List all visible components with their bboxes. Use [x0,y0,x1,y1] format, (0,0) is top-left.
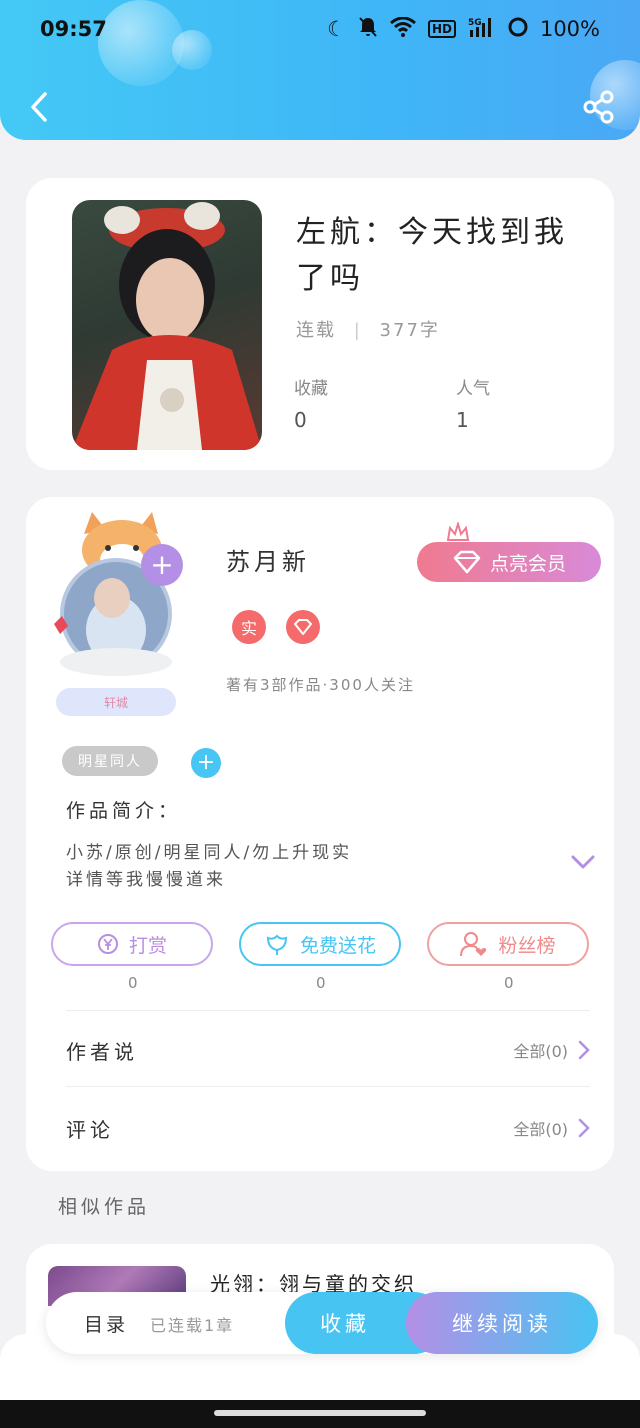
diamond-icon [453,550,481,574]
chevron-right-icon [578,1040,590,1060]
favorite-button-label: 收藏 [320,1312,370,1336]
flower-icon [266,934,287,955]
comments-title: 评论 [66,1117,114,1142]
continue-reading-button[interactable]: 继续阅读 [406,1292,598,1354]
table-of-contents-button[interactable]: 目录 [84,1310,128,1337]
book-word-count: 377字 [379,320,440,341]
tip-button[interactable]: 打赏 [51,922,213,966]
plus-icon: + [150,548,174,581]
genre-tag[interactable]: 明星同人 [62,746,158,776]
vip-badge [286,610,320,644]
send-flower-label: 免费送花 [299,934,376,957]
fan-ranking-button[interactable]: 粉丝榜 [427,922,589,966]
popularity-label: 人气 [456,379,490,399]
plus-icon: + [196,750,216,775]
author-says-title: 作者说 [66,1039,138,1064]
continue-reading-label: 继续阅读 [452,1312,552,1336]
vip-button[interactable]: 点亮会员 [417,542,601,582]
diamond-icon [294,619,312,635]
divider [66,1010,590,1011]
yen-icon [97,934,118,954]
home-indicator[interactable] [214,1410,426,1416]
intro-line: 小苏/原创/明星同人/勿上升现实 [66,843,353,863]
favorites-value: 0 [294,408,307,432]
status-bar: 09:57 ☾ HD 5G 100% [40,14,600,44]
add-tag-button[interactable]: + [191,748,221,778]
chevron-left-icon [31,92,47,122]
author-stats: 著有3部作品·300人关注 [226,676,415,694]
fan-count: 0 [504,974,514,992]
chevron-right-icon [578,1118,590,1138]
book-cover[interactable] [72,200,262,450]
avatar-frame [54,512,176,716]
cover-illustration [72,202,262,450]
tip-button-label: 打赏 [128,934,167,957]
wifi-icon [389,16,416,42]
battery-icon [508,17,528,42]
moon-icon: ☾ [327,17,346,41]
author-says-row[interactable]: 作者说 全部(0) [66,1022,590,1078]
author-name: 苏月新 [226,548,310,576]
hd-icon: HD [427,20,456,38]
chevron-down-icon [571,855,595,869]
avatar[interactable]: 轩城 + [52,512,192,722]
flower-count: 0 [316,974,326,992]
expand-intro-button[interactable] [570,852,596,872]
header: 09:57 ☾ HD 5G 100% [0,0,640,140]
send-flower-button[interactable]: 免费送花 [239,922,401,966]
back-button[interactable] [22,88,56,126]
book-meta: 连载 | 377字 [296,316,440,342]
author-says-all: 全部(0) [513,1042,568,1061]
follow-add-button[interactable]: + [141,544,183,586]
tip-count: 0 [128,974,138,992]
divider [66,1086,590,1087]
chapter-status: 已连载1章 [150,1316,235,1335]
svg-text:5G: 5G [468,18,482,28]
vip-button-label: 点亮会员 [489,552,566,575]
share-button[interactable] [582,90,616,124]
clock: 09:57 [40,17,107,41]
favorites-label: 收藏 [294,379,328,399]
share-icon [583,90,614,124]
fan-ranking-label: 粉丝榜 [498,934,556,957]
book-title: 左航：今天找到我了吗 [296,215,568,296]
intro-text: 小苏/原创/明星同人/勿上升现实 详情等我慢慢道来 [66,840,352,894]
comments-row[interactable]: 评论 全部(0) [66,1100,590,1156]
user-heart-icon [460,932,487,957]
intro-label: 作品简介： [66,800,182,822]
signal-icon: 5G [468,16,496,43]
bell-off-icon [358,16,378,43]
similar-works-label: 相似作品 [58,1196,151,1218]
avatar-frame-label: 轩城 [103,696,128,710]
book-status: 连载 [296,320,336,341]
real-name-badge: 实 [232,610,266,644]
popularity-value: 1 [456,408,469,432]
battery-level: 100% [539,17,600,41]
meta-divider: | [353,320,362,341]
intro-line: 详情等我慢慢道来 [66,870,226,890]
comments-all: 全部(0) [513,1120,568,1139]
